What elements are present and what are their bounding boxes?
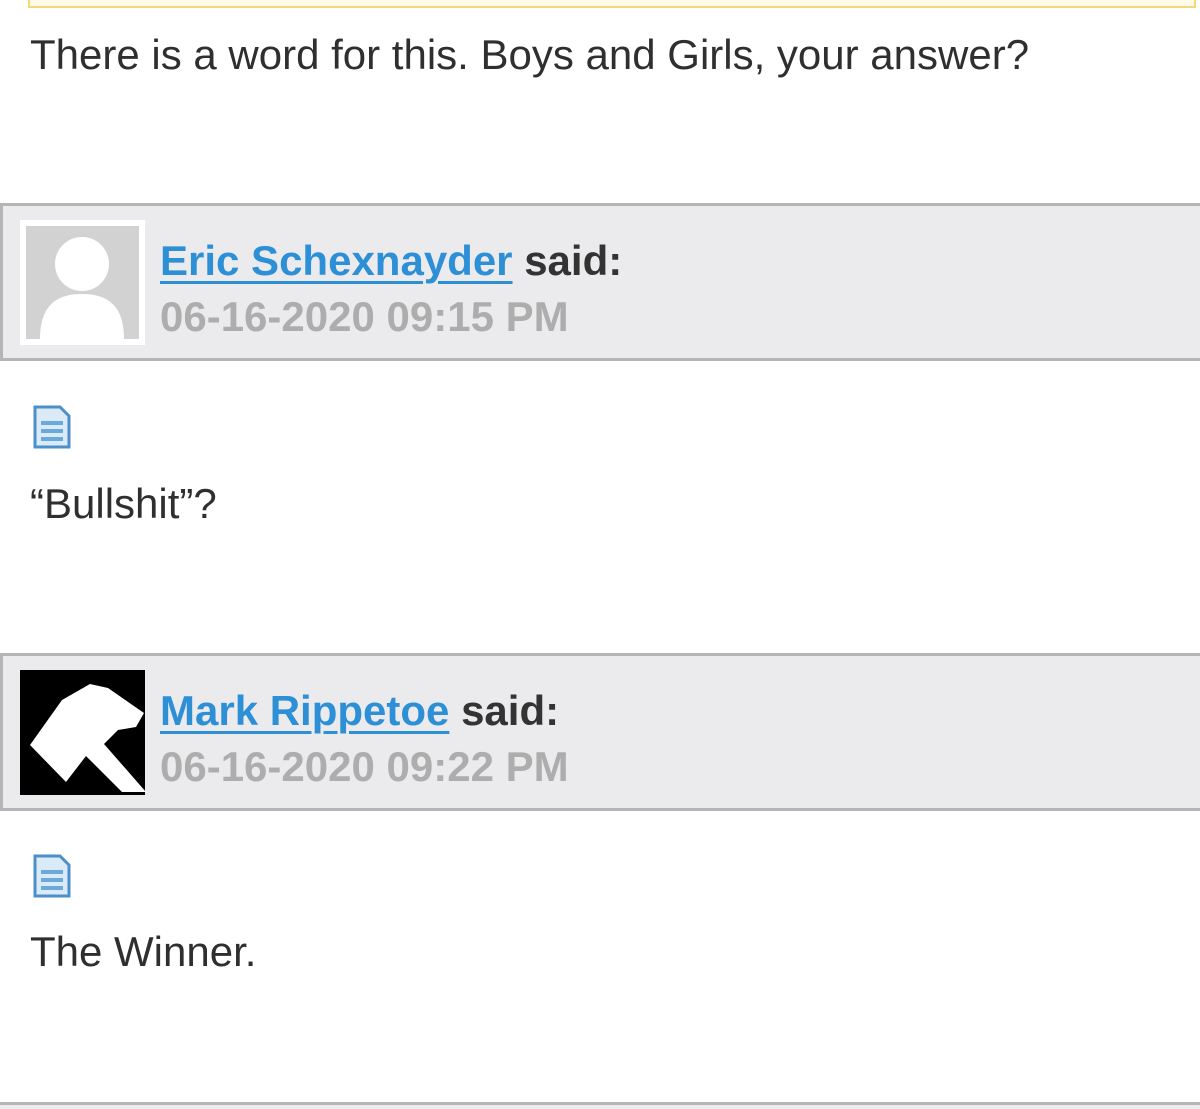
author-link[interactable]: Eric Schexnayder (160, 237, 513, 284)
next-post-header-edge (0, 1102, 1200, 1109)
post-timestamp: 06-16-2020 09:22 PM (160, 743, 569, 790)
said-label: said: (524, 237, 623, 284)
author-line: Eric Schexnayder said: (160, 236, 622, 286)
post-header: Mark Rippetoe said: 06-16-2020 09:22 PM (0, 653, 1200, 811)
post-header: Eric Schexnayder said: 06-16-2020 09:15 … (0, 203, 1200, 361)
document-icon (32, 404, 72, 450)
intro-post-text: There is a word for this. Boys and Girls… (30, 31, 1030, 78)
said-label: said: (461, 687, 560, 734)
default-avatar-icon[interactable] (20, 220, 145, 345)
forum-thread: There is a word for this. Boys and Girls… (0, 0, 1200, 1109)
hammer-avatar-icon[interactable] (20, 670, 145, 795)
author-link[interactable]: Mark Rippetoe (160, 687, 449, 734)
quote-box (28, 0, 1196, 8)
document-icon (32, 853, 72, 899)
post-body: The Winner. (30, 928, 257, 975)
post-timestamp: 06-16-2020 09:15 PM (160, 293, 569, 340)
author-line: Mark Rippetoe said: (160, 686, 559, 736)
post-body: “Bullshit”? (30, 480, 217, 527)
